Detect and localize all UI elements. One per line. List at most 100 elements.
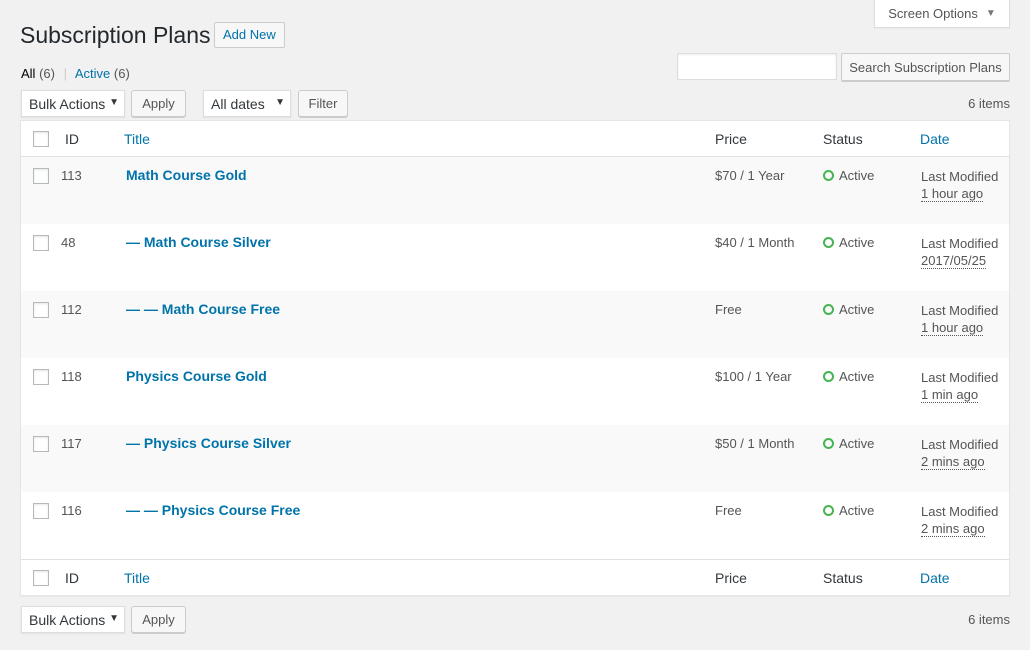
table-footer: ID Title Price Status Date bbox=[21, 559, 1009, 595]
status-label: Active bbox=[839, 168, 875, 183]
row-checkbox[interactable] bbox=[33, 235, 49, 251]
filter-all-count: (6) bbox=[39, 66, 55, 81]
row-status: Active bbox=[823, 302, 874, 317]
date-value: 2 mins ago bbox=[921, 521, 985, 537]
row-id: 113 bbox=[61, 168, 82, 183]
status-circle-icon bbox=[823, 237, 834, 248]
row-id: 118 bbox=[61, 369, 82, 384]
items-count-bottom: 6 items bbox=[968, 612, 1010, 627]
status-circle-icon bbox=[823, 505, 834, 516]
date-label: Last Modified bbox=[921, 169, 999, 184]
status-label: Active bbox=[839, 369, 875, 384]
date-value: 1 min ago bbox=[921, 387, 979, 403]
dates-select[interactable]: All dates ▼ bbox=[203, 90, 291, 117]
date-label: Last Modified bbox=[921, 504, 999, 519]
filter-all-link[interactable]: All bbox=[21, 66, 35, 81]
row-title-link[interactable]: — — Physics Course Free bbox=[126, 502, 300, 518]
row-title-link[interactable]: — Physics Course Silver bbox=[126, 435, 291, 451]
date-value: 1 hour ago bbox=[921, 320, 984, 336]
bulk-actions-label: Bulk Actions bbox=[29, 95, 106, 112]
column-id: ID bbox=[65, 131, 79, 147]
row-price: $70 / 1 Year bbox=[715, 168, 785, 183]
column-title-sort-footer[interactable]: Title bbox=[124, 570, 150, 586]
row-title-link[interactable]: Math Course Gold bbox=[126, 167, 247, 183]
date-value: 2017/05/25 bbox=[921, 253, 987, 269]
row-status: Active bbox=[823, 369, 874, 384]
row-date: Last Modified 2017/05/25 bbox=[921, 234, 998, 269]
row-checkbox[interactable] bbox=[33, 369, 49, 385]
select-all-checkbox-footer[interactable] bbox=[33, 570, 49, 586]
caret-down-icon: ▼ bbox=[109, 613, 119, 624]
row-price: $50 / 1 Month bbox=[715, 436, 795, 451]
status-circle-icon bbox=[823, 170, 834, 181]
status-circle-icon bbox=[823, 304, 834, 315]
row-checkbox[interactable] bbox=[33, 503, 49, 519]
search-input[interactable] bbox=[677, 53, 837, 80]
row-price: $100 / 1 Year bbox=[715, 369, 792, 384]
row-checkbox[interactable] bbox=[33, 436, 49, 452]
column-price-footer: Price bbox=[715, 570, 747, 586]
filter-button[interactable]: Filter bbox=[298, 90, 348, 117]
row-status: Active bbox=[823, 503, 874, 518]
status-label: Active bbox=[839, 436, 875, 451]
row-title-link[interactable]: — — Math Course Free bbox=[126, 301, 280, 317]
apply-button-top[interactable]: Apply bbox=[131, 90, 186, 117]
subscription-plans-table: ID Title Price Status Date 113 Math Cour… bbox=[20, 120, 1010, 596]
row-date: Last Modified 2 mins ago bbox=[921, 502, 998, 537]
row-price: $40 / 1 Month bbox=[715, 235, 795, 250]
status-circle-icon bbox=[823, 371, 834, 382]
table-header: ID Title Price Status Date bbox=[21, 121, 1009, 157]
row-id: 48 bbox=[61, 235, 76, 250]
date-label: Last Modified bbox=[921, 236, 999, 251]
status-label: Active bbox=[839, 235, 875, 250]
filter-active-count: (6) bbox=[113, 66, 130, 81]
page-title: Subscription Plans bbox=[20, 22, 211, 48]
table-row: 48 — Math Course Silver $40 / 1 Month Ac… bbox=[21, 224, 1009, 291]
select-all-checkbox[interactable] bbox=[33, 131, 49, 147]
add-new-button[interactable]: Add New bbox=[214, 22, 285, 48]
table-row: 112 — — Math Course Free Free Active Las… bbox=[21, 291, 1009, 358]
row-title-link[interactable]: Physics Course Gold bbox=[126, 368, 267, 384]
search-button[interactable]: Search Subscription Plans bbox=[841, 53, 1010, 81]
row-price: Free bbox=[715, 302, 742, 317]
row-id: 116 bbox=[61, 503, 82, 518]
filter-active-link[interactable]: Active bbox=[75, 66, 110, 81]
row-id: 112 bbox=[61, 302, 82, 317]
table-row: 113 Math Course Gold $70 / 1 Year Active… bbox=[21, 157, 1009, 224]
date-label: Last Modified bbox=[921, 370, 999, 385]
date-value: 1 hour ago bbox=[921, 186, 984, 202]
row-date: Last Modified 1 hour ago bbox=[921, 167, 998, 202]
row-checkbox[interactable] bbox=[33, 168, 49, 184]
status-label: Active bbox=[839, 302, 875, 317]
column-status: Status bbox=[823, 131, 863, 147]
bulk-actions-select-bottom[interactable]: Bulk Actions ▼ bbox=[21, 606, 125, 633]
caret-down-icon: ▼ bbox=[985, 8, 996, 19]
row-date: Last Modified 1 hour ago bbox=[921, 301, 998, 336]
status-circle-icon bbox=[823, 438, 834, 449]
column-id-footer: ID bbox=[65, 570, 79, 586]
table-row: 116 — — Physics Course Free Free Active … bbox=[21, 492, 1009, 559]
date-label: Last Modified bbox=[921, 303, 999, 318]
row-title-link[interactable]: — Math Course Silver bbox=[126, 234, 271, 250]
apply-button-bottom[interactable]: Apply bbox=[131, 606, 186, 633]
status-label: Active bbox=[839, 503, 875, 518]
caret-down-icon: ▼ bbox=[109, 97, 119, 108]
date-value: 2 mins ago bbox=[921, 454, 985, 470]
bulk-actions-select-top[interactable]: Bulk Actions ▼ bbox=[21, 90, 125, 117]
status-filter-links: All (6) | Active (6) bbox=[21, 66, 130, 81]
column-price: Price bbox=[715, 131, 747, 147]
screen-options-button[interactable]: Screen Options ▼ bbox=[874, 0, 1010, 28]
column-title-sort[interactable]: Title bbox=[124, 131, 150, 147]
caret-down-icon: ▼ bbox=[275, 97, 285, 108]
dates-label: All dates bbox=[211, 95, 265, 112]
row-status: Active bbox=[823, 235, 874, 250]
row-status: Active bbox=[823, 436, 874, 451]
column-date-sort-footer[interactable]: Date bbox=[920, 570, 950, 586]
bulk-actions-label: Bulk Actions bbox=[29, 611, 106, 628]
column-date-sort[interactable]: Date bbox=[920, 131, 950, 147]
row-id: 117 bbox=[61, 436, 82, 451]
table-row: 118 Physics Course Gold $100 / 1 Year Ac… bbox=[21, 358, 1009, 425]
row-price: Free bbox=[715, 503, 742, 518]
row-date: Last Modified 1 min ago bbox=[921, 368, 998, 403]
row-checkbox[interactable] bbox=[33, 302, 49, 318]
